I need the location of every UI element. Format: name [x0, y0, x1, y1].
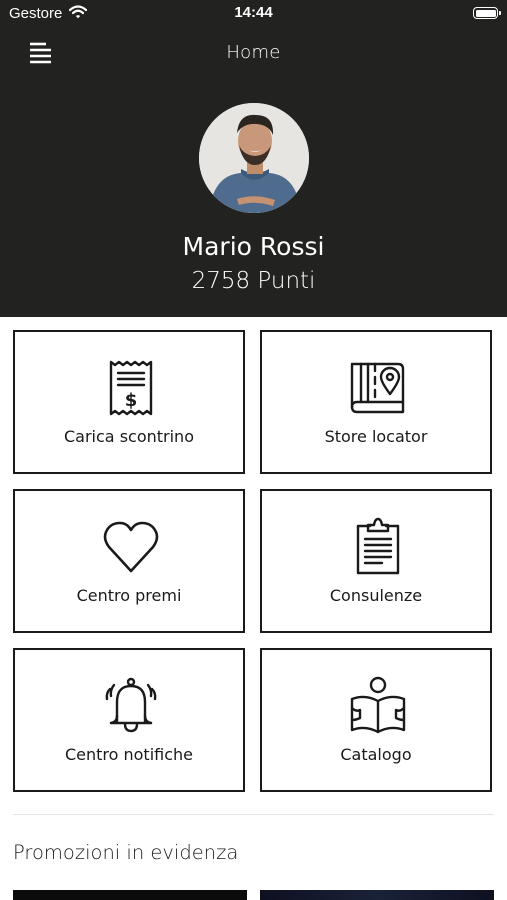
catalog-tile[interactable]: Catalogo — [260, 648, 492, 792]
page-title: Home — [226, 42, 281, 63]
tile-label: Centro notifiche — [64, 745, 194, 764]
promo-card[interactable] — [260, 890, 494, 900]
avatar — [199, 103, 309, 213]
profile-header: Gestore 14:44 Home Mario Rossi 2758 Punt… — [0, 0, 507, 317]
tile-label: Catalogo — [340, 745, 412, 764]
promo-card[interactable] — [13, 890, 247, 900]
points-balance: 2758 Punti — [191, 268, 316, 294]
consultations-tile[interactable]: Consulenze — [260, 489, 492, 633]
heart-icon — [103, 521, 159, 573]
map-pin-icon — [350, 362, 405, 414]
status-time: 14:44 — [234, 4, 273, 21]
store-locator-tile[interactable]: Store locator — [260, 330, 492, 474]
svg-text:$: $ — [125, 390, 138, 411]
status-bar: Gestore 14:44 — [0, 0, 507, 28]
rewards-center-tile[interactable]: Centro premi — [13, 489, 245, 633]
bell-icon — [105, 677, 157, 733]
battery-icon — [473, 7, 501, 19]
upload-receipt-tile[interactable]: $ Carica scontrino — [13, 330, 245, 474]
tile-label: Centro premi — [76, 586, 182, 605]
clipboard-icon — [356, 517, 400, 575]
featured-promotions-heading: Promozioni in evidenza — [13, 841, 239, 864]
tile-label: Store locator — [324, 427, 428, 446]
catalog-reader-icon — [350, 676, 406, 734]
section-divider — [13, 814, 494, 815]
notification-center-tile[interactable]: Centro notifiche — [13, 648, 245, 792]
tile-label: Consulenze — [329, 586, 423, 605]
tile-label: Carica scontrino — [64, 427, 194, 446]
receipt-icon: $ — [109, 360, 153, 416]
user-name: Mario Rossi — [182, 232, 325, 261]
